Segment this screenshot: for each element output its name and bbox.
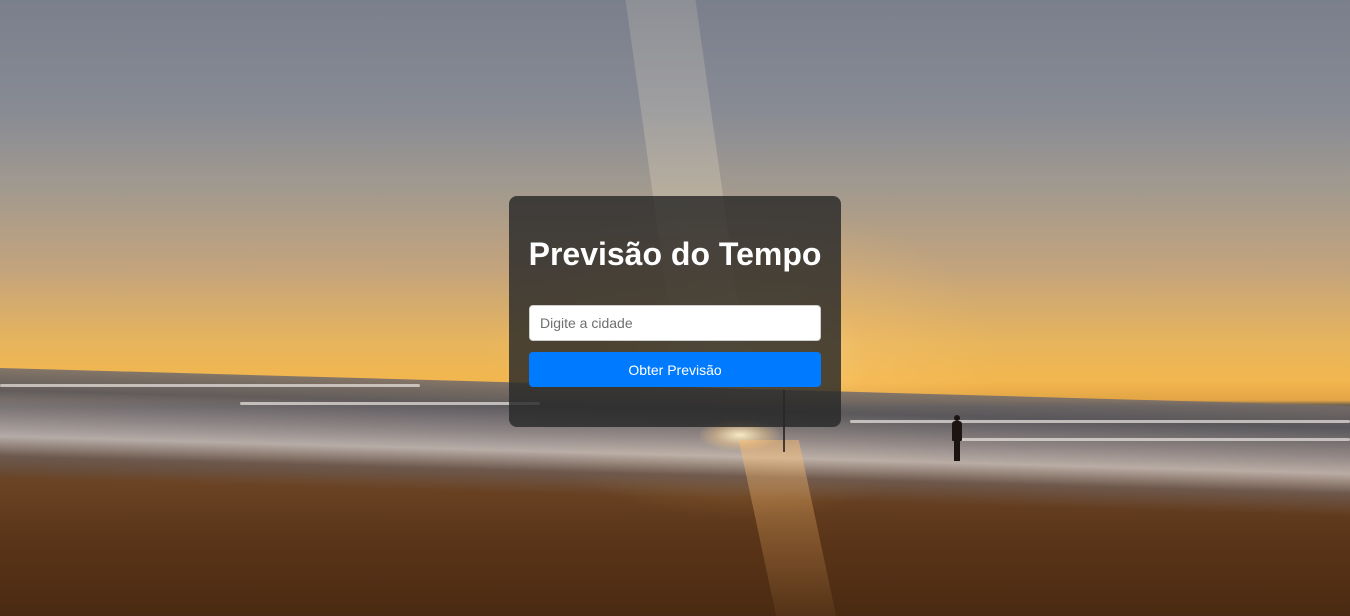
- person-legs: [954, 441, 960, 461]
- wave-foam: [240, 402, 540, 405]
- get-forecast-button[interactable]: Obter Previsão: [529, 352, 821, 387]
- wave-foam: [960, 438, 1350, 441]
- person-silhouette: [951, 415, 963, 461]
- wave-foam: [0, 384, 420, 387]
- wave-foam: [850, 420, 1350, 423]
- city-input[interactable]: [529, 305, 821, 341]
- page-background: Previsão do Tempo Obter Previsão: [0, 0, 1350, 616]
- weather-card: Previsão do Tempo Obter Previsão: [509, 196, 841, 427]
- person-body: [952, 421, 962, 441]
- page-title: Previsão do Tempo: [528, 236, 822, 272]
